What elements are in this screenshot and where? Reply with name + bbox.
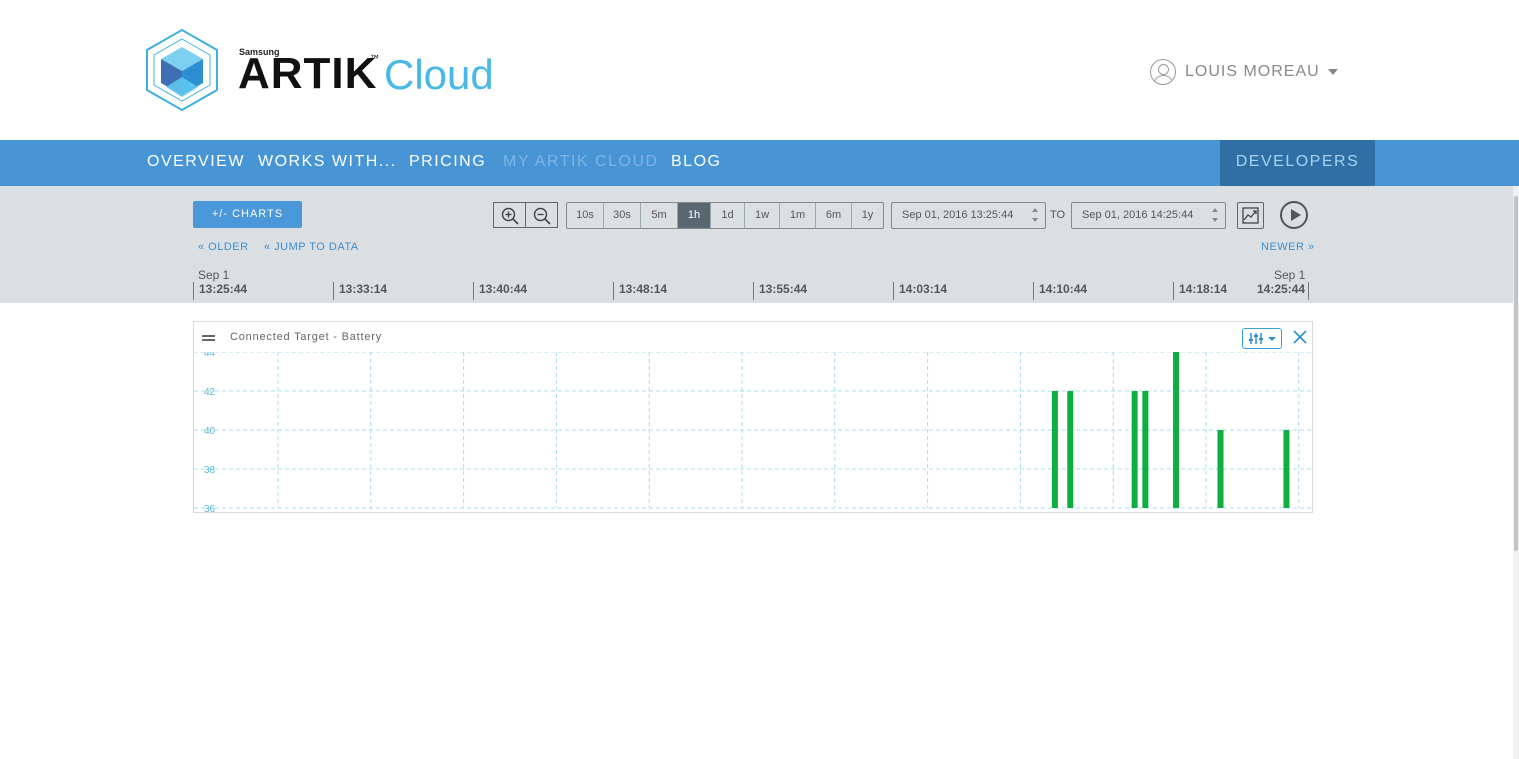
newer-link[interactable]: NEWER » xyxy=(1261,241,1315,253)
chevron-down-icon xyxy=(1327,69,1338,75)
page-scrollbar[interactable] xyxy=(1513,186,1519,759)
y-tick-label: 44 xyxy=(204,352,216,359)
timeline-tick: 13:33:14 xyxy=(333,282,387,300)
y-tick-label: 42 xyxy=(204,387,216,398)
timeline-tick: 14:25:44 xyxy=(1257,282,1306,296)
chart-toolbar: +/- CHARTS 10s 30s 5m 1h 1d 1w 1m 6m 1y … xyxy=(0,186,1513,303)
range-10s[interactable]: 10s xyxy=(567,203,604,228)
chart-export-icon xyxy=(1242,207,1259,224)
range-1d[interactable]: 1d xyxy=(711,203,745,228)
export-chart-button[interactable] xyxy=(1237,202,1264,229)
chart-panel: Connected Target - Battery 36 38 40 42 44 xyxy=(193,321,1313,513)
range-1y[interactable]: 1y xyxy=(852,203,883,228)
y-axis-labels: 36 38 40 42 44 xyxy=(204,352,216,512)
brand-trademark: ™ xyxy=(370,53,379,63)
y-tick-label: 36 xyxy=(204,504,216,512)
range-6m[interactable]: 6m xyxy=(816,203,852,228)
nav-pricing[interactable]: PRICING xyxy=(409,140,486,186)
play-icon[interactable] xyxy=(1280,201,1308,229)
timeline-tick: 13:55:44 xyxy=(753,282,807,300)
timeline-tick: 14:03:14 xyxy=(893,282,947,300)
scrollbar-thumb[interactable] xyxy=(1514,196,1518,551)
timeline-tick: 13:25:44 xyxy=(193,282,247,300)
chart-settings-button[interactable] xyxy=(1242,328,1282,349)
jump-to-data-link[interactable]: « JUMP TO DATA xyxy=(264,241,359,253)
range-1w[interactable]: 1w xyxy=(745,203,780,228)
chart-bar xyxy=(1051,391,1058,508)
main-nav: OVERVIEW WORKS WITH... PRICING MY ARTIK … xyxy=(0,140,1519,186)
drag-handle-icon[interactable] xyxy=(202,335,215,341)
user-avatar-icon xyxy=(1150,59,1176,85)
nav-my-artik-cloud[interactable]: MY ARTIK CLOUD xyxy=(503,140,659,186)
brand-product: ARTIK xyxy=(238,49,378,98)
nav-works-with[interactable]: WORKS WITH... xyxy=(258,140,397,186)
zoom-in-icon xyxy=(501,207,519,225)
chart-bar xyxy=(1067,391,1074,508)
from-date-value: Sep 01, 2016 13:25:44 xyxy=(902,209,1014,221)
battery-chart: 36 38 40 42 44 xyxy=(194,352,1312,512)
range-selector: 10s 30s 5m 1h 1d 1w 1m 6m 1y xyxy=(566,202,884,229)
nav-overview[interactable]: OVERVIEW xyxy=(147,140,245,186)
chart-panel-title: Connected Target - Battery xyxy=(230,331,383,343)
toggle-charts-button[interactable]: +/- CHARTS xyxy=(193,201,302,228)
cube-logo-icon xyxy=(146,29,218,111)
zoom-in-button[interactable] xyxy=(493,202,526,228)
timeline-tick: 13:40:44 xyxy=(473,282,527,300)
chart-bar xyxy=(1217,430,1224,508)
date-spinner-icon[interactable] xyxy=(1212,208,1219,223)
timeline-end-marker xyxy=(1308,282,1309,300)
range-1h[interactable]: 1h xyxy=(678,203,711,228)
sliders-icon xyxy=(1249,333,1276,344)
nav-blog[interactable]: BLOG xyxy=(671,140,721,186)
date-spinner-icon[interactable] xyxy=(1032,208,1039,223)
zoom-out-button[interactable] xyxy=(525,202,558,228)
user-menu[interactable]: LOUIS MOREAU xyxy=(1150,58,1338,86)
to-date-value: Sep 01, 2016 14:25:44 xyxy=(1082,209,1194,221)
brand-suffix: Cloud xyxy=(384,51,494,98)
range-30s[interactable]: 30s xyxy=(604,203,641,228)
y-tick-label: 38 xyxy=(204,465,216,476)
to-label: TO xyxy=(1050,209,1066,221)
close-icon xyxy=(1293,330,1307,344)
nav-developers[interactable]: DEVELOPERS xyxy=(1220,140,1375,186)
timeline-axis: 13:25:44 13:33:14 13:40:44 13:48:14 13:5… xyxy=(0,282,1513,303)
chart-bar xyxy=(1142,391,1149,508)
timeline-start-date: Sep 1 xyxy=(198,268,230,282)
older-link[interactable]: « OLDER xyxy=(198,241,249,253)
zoom-out-icon xyxy=(533,207,551,225)
timeline-tick: 14:10:44 xyxy=(1033,282,1087,300)
timeline-tick: 13:48:14 xyxy=(613,282,667,300)
chart-bar xyxy=(1131,391,1138,508)
artik-cloud-logo[interactable]: Samsung ARTIK ™ Cloud xyxy=(146,29,506,111)
timeline-end-date: Sep 1 xyxy=(1274,268,1306,282)
chart-bar xyxy=(1173,352,1180,508)
user-name: LOUIS MOREAU xyxy=(1185,63,1320,80)
from-date-input[interactable]: Sep 01, 2016 13:25:44 xyxy=(891,202,1046,229)
chart-bar xyxy=(1283,430,1290,508)
to-date-input[interactable]: Sep 01, 2016 14:25:44 xyxy=(1071,202,1226,229)
timeline-tick: 14:18:14 xyxy=(1173,282,1227,300)
range-5m[interactable]: 5m xyxy=(641,203,678,228)
close-chart-button[interactable] xyxy=(1292,329,1308,345)
header: Samsung ARTIK ™ Cloud LOUIS MOREAU xyxy=(0,0,1519,140)
y-tick-label: 40 xyxy=(204,426,216,437)
range-1m[interactable]: 1m xyxy=(780,203,816,228)
